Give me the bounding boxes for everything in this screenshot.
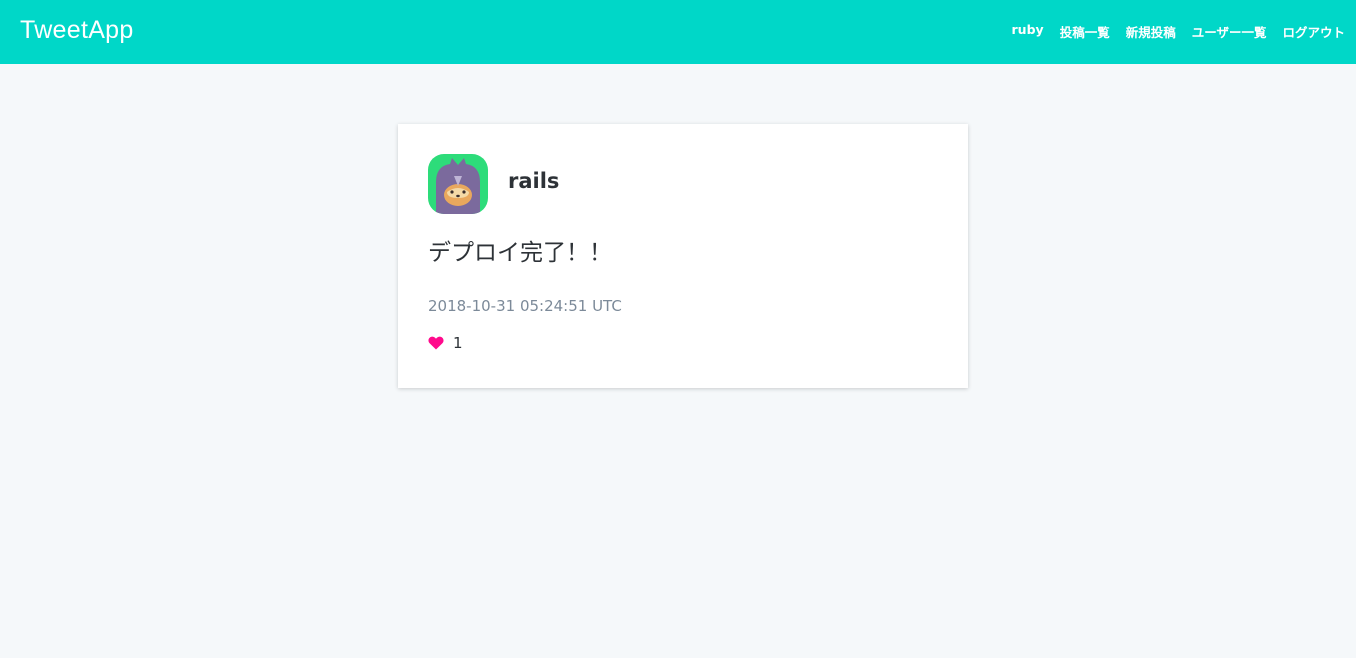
like-button[interactable]: 1: [428, 334, 463, 352]
heart-icon[interactable]: [428, 336, 444, 350]
avatar[interactable]: [428, 154, 488, 214]
app-logo[interactable]: TweetApp: [20, 16, 134, 45]
nav-link-users[interactable]: ユーザー一覧: [1192, 22, 1267, 41]
post-username[interactable]: rails: [508, 169, 559, 193]
nav-menu: ruby 投稿一覧 新規投稿 ユーザー一覧 ログアウト: [996, 22, 1345, 41]
post-content: デプロイ完了！！: [428, 240, 612, 266]
nav-link-logout[interactable]: ログアウト: [1282, 22, 1345, 41]
like-count: 1: [453, 334, 463, 352]
header: TweetApp ruby 投稿一覧 新規投稿 ユーザー一覧 ログアウト: [0, 0, 1356, 64]
nav-link-current-user[interactable]: ruby: [1012, 22, 1044, 41]
nav-link-new-post[interactable]: 新規投稿: [1126, 22, 1176, 41]
nav-link-posts[interactable]: 投稿一覧: [1060, 22, 1110, 41]
post-card: rails デプロイ完了！！ 2018-10-31 05:24:51 UTC 1: [398, 124, 968, 388]
post-timestamp: 2018-10-31 05:24:51 UTC: [428, 297, 622, 315]
